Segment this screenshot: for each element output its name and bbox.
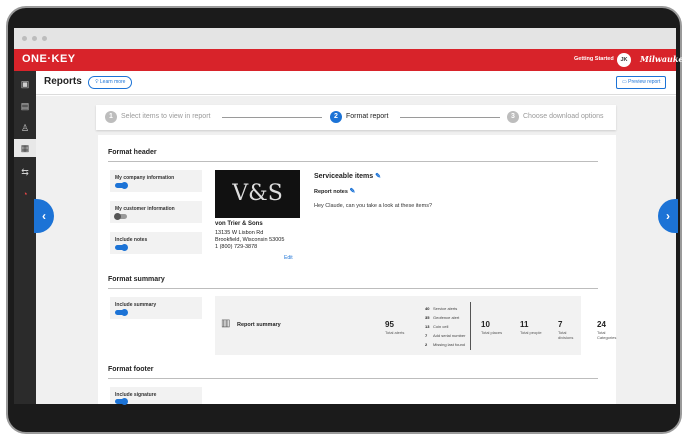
section-divider	[108, 161, 598, 162]
report-title-text: Serviceable items	[314, 173, 374, 180]
report-title[interactable]: Serviceable items ✎	[314, 172, 381, 180]
alert-count: 7	[425, 333, 428, 338]
window-dot	[22, 36, 27, 41]
section-title: Format summary	[108, 276, 165, 283]
option-label: Include notes	[115, 237, 148, 243]
include-notes-toggle[interactable]	[115, 244, 128, 251]
report-icon[interactable]: ▦	[14, 139, 36, 157]
onekey-logo[interactable]: ONE·KEY	[22, 53, 76, 65]
option-label: My customer information	[115, 206, 175, 212]
window-dot	[32, 36, 37, 41]
alert-label: Service alerts	[433, 306, 458, 311]
alert-label: Coin cell	[433, 324, 449, 329]
step-number[interactable]: 3	[507, 111, 519, 123]
company-street: 13135 W Lisbon Rd	[215, 230, 264, 236]
option-label: Include summary	[115, 302, 157, 308]
section-title: Format header	[108, 149, 157, 156]
stat-value: 11	[520, 320, 529, 329]
step-connector	[222, 117, 322, 118]
option-label: Include signature	[115, 392, 157, 398]
step-label-current[interactable]: Format report	[346, 113, 388, 120]
option-include-summary: Include summary	[110, 297, 202, 319]
toolbox-icon[interactable]: ▣	[18, 77, 32, 91]
top-bar: ONE·KEY Getting Started JK Milwaukee	[14, 49, 688, 71]
company-phone: 1 (800) 729-3878	[215, 244, 258, 250]
customer-info-toggle[interactable]	[114, 213, 127, 220]
section-title: Format footer	[108, 366, 154, 373]
stat-label: Total places	[481, 330, 503, 335]
report-notes-title[interactable]: Report notes ✎	[314, 187, 355, 195]
stepper: 1 Select items to view in report 2 Forma…	[96, 105, 616, 130]
total-alerts-value: 95	[385, 320, 394, 329]
alert-count: 35	[425, 315, 430, 320]
learn-more-button[interactable]: 💡︎ Learn more	[88, 76, 133, 89]
map-icon[interactable]: ▤	[18, 99, 32, 113]
getting-started-link[interactable]: Getting Started	[574, 56, 614, 62]
section-divider	[108, 288, 598, 289]
stat-value: 7	[558, 320, 563, 329]
option-include-signature: Include signature	[110, 387, 202, 405]
milwaukee-logo: Milwaukee	[640, 54, 688, 64]
stat-label: Total people	[520, 330, 542, 335]
step-number[interactable]: 1	[105, 111, 117, 123]
preview-report-button[interactable]: ▭ Preview report	[616, 76, 667, 89]
page-title: Reports	[44, 76, 82, 87]
person-icon[interactable]: ♙	[18, 121, 32, 135]
stat-value: 10	[481, 320, 490, 329]
company-city: Brookfield, Wisconsin 53005	[215, 237, 285, 243]
alert-icon[interactable]: ◔	[18, 187, 32, 201]
transfer-icon[interactable]: ⇆	[18, 165, 32, 179]
option-label: My company information	[115, 175, 175, 181]
summary-label: Report summary	[237, 322, 281, 328]
pencil-icon[interactable]: ✎	[375, 173, 381, 180]
step-number-current[interactable]: 2	[330, 111, 342, 123]
avatar[interactable]: JK	[617, 53, 631, 67]
summary-divider	[470, 302, 471, 350]
include-signature-toggle[interactable]	[115, 398, 128, 405]
alert-label: Add serial number	[433, 333, 466, 338]
stat-label: Total Categories	[597, 330, 617, 340]
report-notes-body: Hey Claude, can you take a look at these…	[314, 203, 433, 209]
stat-label: Total divisions	[558, 330, 574, 340]
alert-label: Geofence alert	[433, 315, 460, 320]
include-summary-toggle[interactable]	[115, 309, 128, 316]
summary-preview: ▥ Report summary 95 Total alerts 40 Serv…	[215, 296, 616, 355]
alert-count: 40	[425, 306, 430, 311]
alert-label: Missing last found	[433, 342, 466, 347]
edit-link[interactable]: Edit	[284, 255, 293, 261]
preview-report-label: Preview report	[628, 79, 661, 85]
step-label[interactable]: Choose download options	[523, 113, 604, 120]
learn-more-label: Learn more	[99, 79, 126, 85]
alert-count: 2	[425, 342, 428, 347]
format-card: Format header My company information My …	[98, 135, 616, 405]
chart-icon: ▥	[221, 318, 231, 329]
step-label[interactable]: Select items to view in report	[121, 113, 210, 120]
stat-value: 24	[597, 320, 606, 329]
pencil-icon[interactable]: ✎	[349, 188, 355, 195]
sidebar: ▣ ▤ ♙ ▦ ⇆ ◔	[14, 71, 36, 404]
company-info-toggle[interactable]	[115, 182, 128, 189]
section-divider	[108, 378, 598, 379]
option-include-notes: Include notes	[110, 232, 202, 254]
report-notes-text: Report notes	[314, 189, 348, 195]
company-name: von Trier & Sons	[215, 221, 263, 227]
company-logo: V&S	[215, 170, 300, 218]
option-company-info: My company information	[110, 170, 202, 192]
page-header: Reports 💡︎ Learn more ▭ Preview report	[36, 71, 676, 95]
option-customer-info: My customer information	[110, 201, 202, 223]
window-dot	[42, 36, 47, 41]
step-connector	[400, 117, 500, 118]
alert-count: 13	[425, 324, 430, 329]
window-chrome	[14, 28, 676, 49]
total-alerts-label: Total alerts	[385, 330, 405, 335]
